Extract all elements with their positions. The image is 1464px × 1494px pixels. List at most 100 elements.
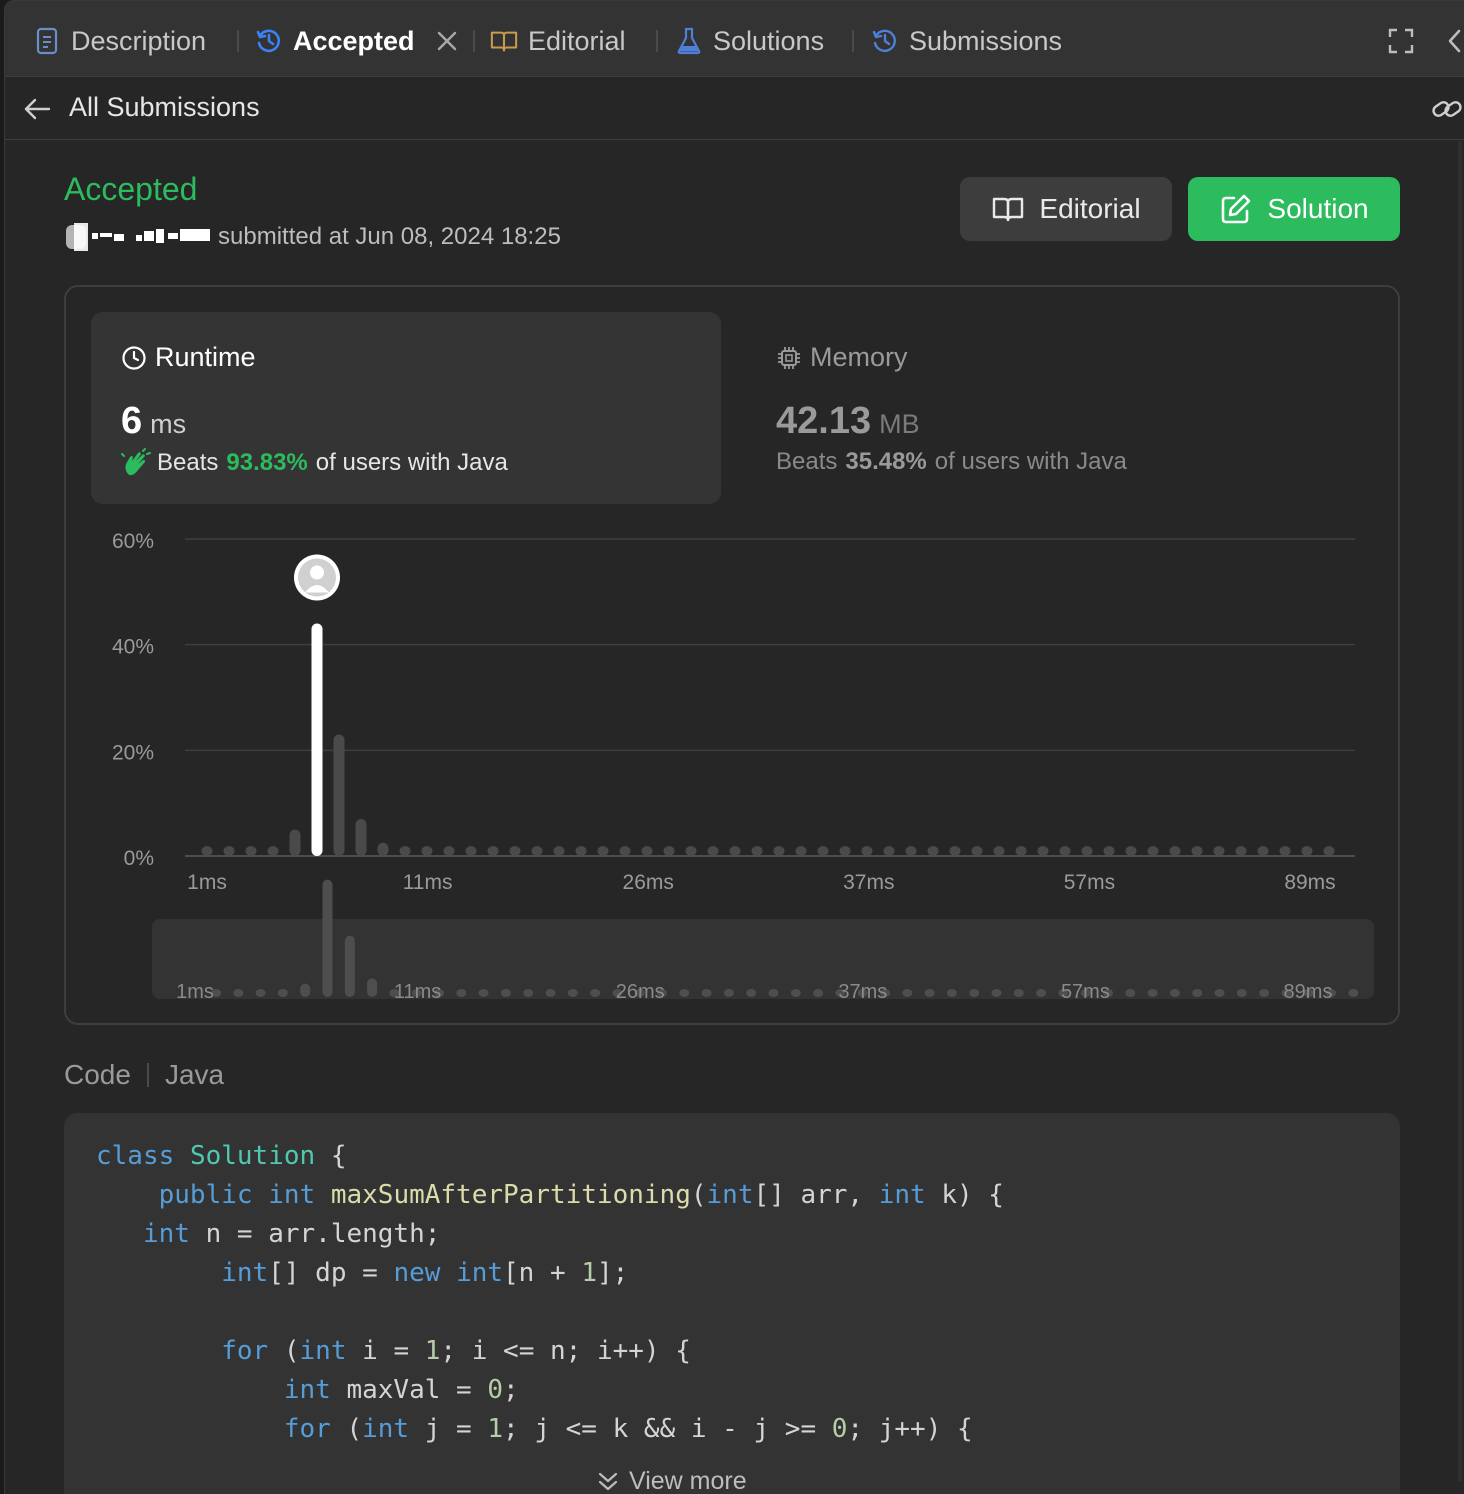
overview-bar: [768, 989, 779, 997]
submission-panel: Description Accepted Editorial Solutions: [4, 0, 1464, 1494]
highlighted-bar: [311, 623, 323, 856]
tab-editorial[interactable]: Editorial: [490, 23, 626, 59]
flask-icon: [675, 27, 703, 55]
description-icon: [33, 27, 61, 55]
chart-bar: [1169, 846, 1181, 856]
code-header-divider: [146, 1063, 149, 1087]
chart-bar: [333, 734, 345, 856]
tab-divider: [237, 30, 239, 52]
submission-status: Accepted: [64, 171, 198, 207]
chart-bar: [883, 846, 895, 856]
overview-bar: [679, 989, 690, 997]
chart-bar: [1015, 846, 1027, 856]
chart-bar: [949, 846, 961, 856]
tab-divider: [473, 30, 475, 52]
overview-bar: [1147, 989, 1158, 997]
tab-solutions[interactable]: Solutions: [675, 23, 824, 59]
overview-bar: [1348, 989, 1359, 997]
overview-bar: [991, 989, 1002, 997]
overview-bar: [456, 989, 467, 997]
overview-bar: [946, 989, 957, 997]
chart-bar: [773, 846, 785, 856]
tab-label: Accepted: [293, 25, 415, 56]
y-tick-label: 40%: [112, 636, 154, 659]
fullscreen-icon[interactable]: [1385, 25, 1417, 57]
overview-bar: [1236, 989, 1247, 997]
overview-bar: [969, 989, 980, 997]
chart-bar: [1037, 846, 1049, 856]
chart-bar: [905, 846, 917, 856]
overview-bar: [233, 989, 244, 997]
view-more-button[interactable]: View more: [595, 1467, 747, 1494]
chart-bar: [267, 846, 279, 856]
overview-tick-label: 57ms: [1061, 981, 1110, 1003]
chart-bar: [465, 846, 477, 856]
overview-bar: [1036, 989, 1047, 997]
edit-icon: [1222, 194, 1251, 224]
editorial-button[interactable]: Editorial: [960, 177, 1172, 241]
chart-bar: [509, 846, 521, 856]
chart-bar: [223, 846, 235, 856]
code-block[interactable]: class Solution { public int maxSumAfterP…: [64, 1113, 1400, 1494]
tab-bar: Description Accepted Editorial Solutions: [5, 1, 1464, 77]
chart-bar: [1103, 846, 1115, 856]
overview-bar: [701, 989, 712, 997]
tab-submissions[interactable]: Submissions: [871, 23, 1062, 59]
chart-bar: [861, 846, 873, 856]
overview-bar: [924, 989, 935, 997]
chart-bar: [685, 846, 697, 856]
close-icon[interactable]: [433, 27, 461, 55]
chart-bar: [443, 846, 455, 856]
chart-bar: [399, 846, 411, 856]
overview-bar: [567, 989, 578, 997]
chevron-left-icon[interactable]: [1443, 25, 1464, 57]
all-submissions-link[interactable]: All Submissions: [69, 92, 260, 123]
chart-overview: [152, 919, 1374, 999]
back-arrow-icon[interactable]: [21, 93, 53, 125]
submitted-timestamp: submitted at Jun 08, 2024 18:25: [218, 223, 561, 250]
link-icon[interactable]: [1430, 94, 1464, 124]
tab-label: Solutions: [713, 25, 825, 56]
code-language: Java: [164, 1059, 225, 1090]
code-header: Code Java: [64, 1059, 224, 1091]
chart-bar: [993, 846, 1005, 856]
chart-bar: [289, 829, 301, 856]
book-icon: [490, 27, 518, 55]
chart-bar: [1147, 846, 1159, 856]
chart-bar: [751, 846, 763, 856]
x-tick-label: 26ms: [623, 871, 674, 894]
y-tick-label: 60%: [112, 530, 154, 553]
chart-bar: [355, 819, 367, 856]
tab-label: Description: [71, 25, 207, 56]
tab-description[interactable]: Description: [33, 23, 206, 59]
chart-bar: [641, 846, 653, 856]
overview-bar: [478, 989, 489, 997]
tab-accepted[interactable]: Accepted: [255, 23, 415, 59]
overview-tick-label: 11ms: [394, 981, 441, 1003]
chart-bar: [1235, 846, 1247, 856]
chart-bar: [245, 846, 257, 856]
overview-bar: [790, 989, 801, 997]
chart-bar: [1279, 846, 1291, 856]
chart-bar: [971, 846, 983, 856]
chart-bar: [619, 846, 631, 856]
code-line: int n = arr.length;: [142, 1219, 441, 1249]
solution-button[interactable]: Solution: [1188, 177, 1400, 241]
editorial-button-label: Editorial: [1039, 193, 1141, 224]
y-tick-label: 20%: [112, 741, 154, 764]
history-icon: [255, 27, 283, 55]
overview-bar: [746, 989, 757, 997]
chart-bar: [487, 846, 499, 856]
x-tick-label: 11ms: [403, 871, 453, 894]
scrollbar[interactable]: [1458, 141, 1462, 1481]
tab-divider: [852, 30, 854, 52]
chart-bar: [729, 846, 741, 856]
view-more-label: View more: [629, 1467, 747, 1494]
chart-bar: [1191, 846, 1203, 856]
chart-bar: [927, 846, 939, 856]
overview-tick-label: 26ms: [616, 981, 665, 1003]
chart-bar: [421, 846, 433, 856]
overview-bar: [1013, 989, 1024, 997]
overview-bar: [1192, 989, 1203, 997]
runtime-distribution-chart[interactable]: 60% 40% 20% 0% 1ms 11ms 26ms 37ms 57ms 89ms 1ms 11m…: [66, 287, 1402, 1027]
